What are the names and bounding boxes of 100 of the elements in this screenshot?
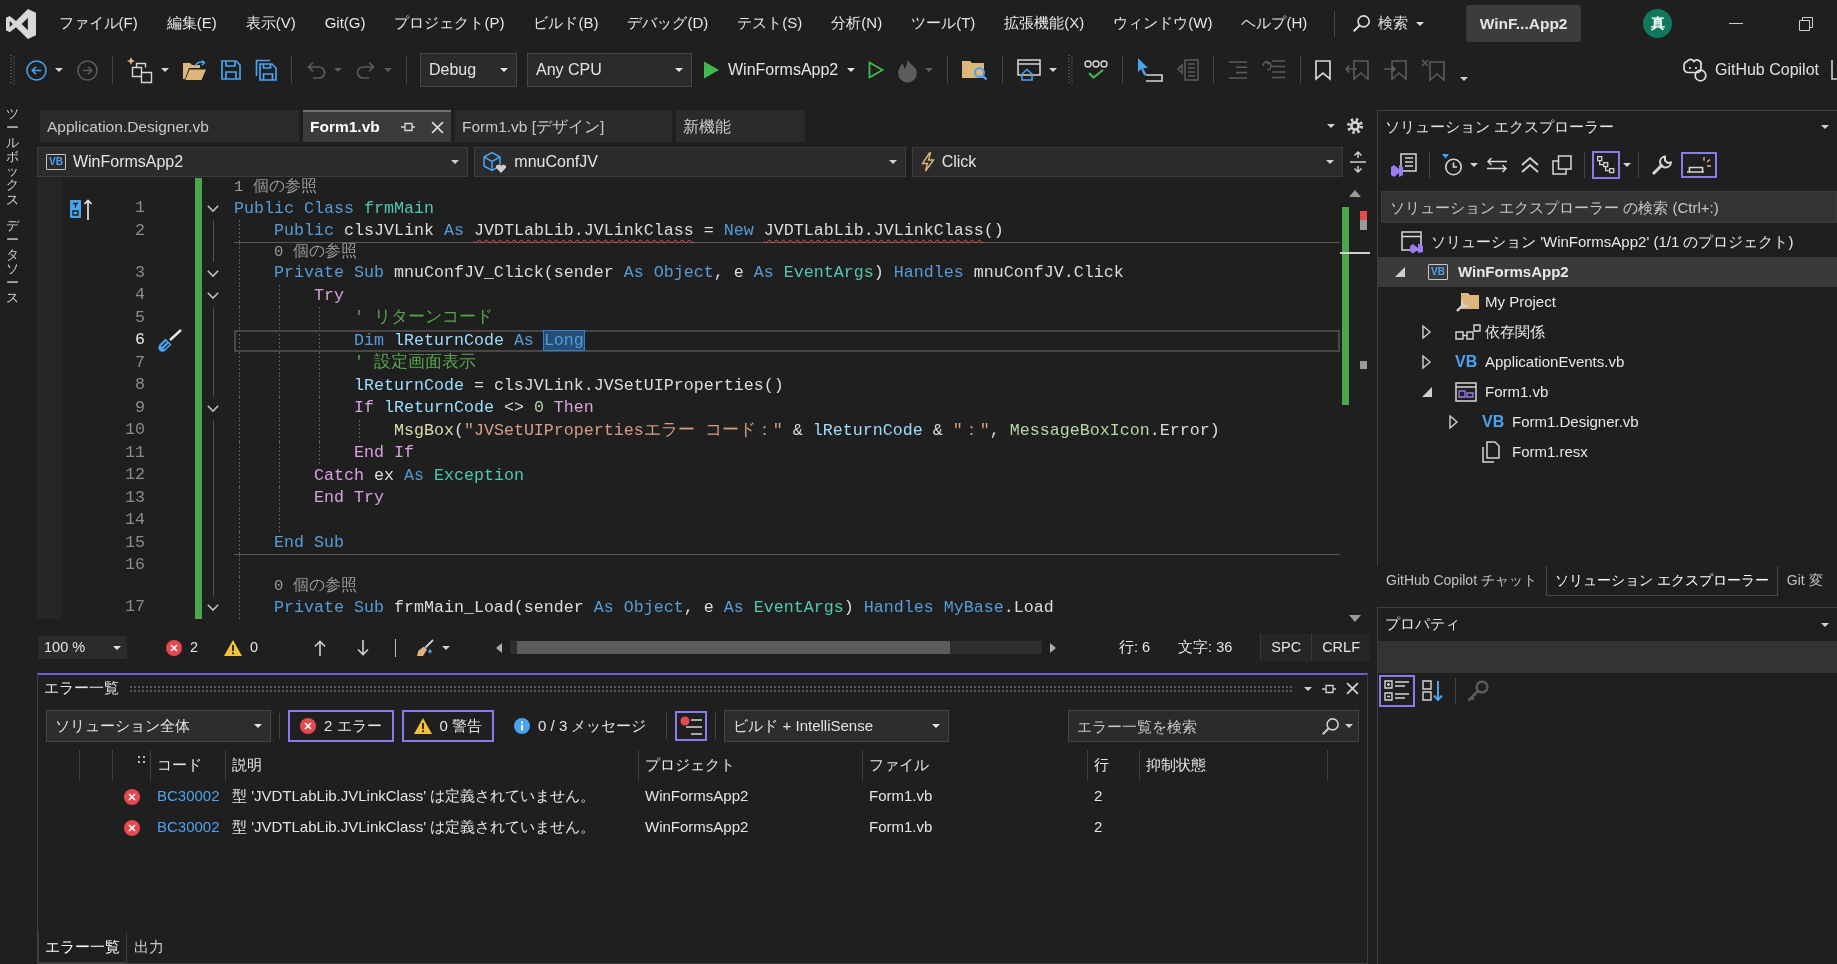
project-dropdown[interactable]: VB WinFormsApp2 — [37, 147, 469, 177]
messages-filter-toggle[interactable]: 0 / 3 メッセージ — [502, 710, 659, 742]
collapse-chevron-icon[interactable] — [207, 269, 219, 277]
outline-play-icon[interactable] — [868, 61, 885, 79]
categorized-icon[interactable] — [1379, 675, 1415, 707]
menu-item[interactable]: Git(G) — [310, 5, 380, 42]
split-icon[interactable] — [1350, 151, 1366, 173]
switch-views-icon[interactable] — [1391, 153, 1417, 177]
errors-filter-toggle[interactable]: 2 エラー — [288, 710, 394, 742]
scroll-down-icon[interactable] — [1349, 615, 1361, 622]
spell-check-icon[interactable] — [1084, 59, 1109, 81]
down-arrow-icon[interactable] — [357, 639, 370, 656]
expand-arrow-icon[interactable] — [1449, 415, 1458, 429]
tree-item[interactable]: VB WinFormsApp2 — [1378, 257, 1837, 287]
collapse-chevron-icon[interactable] — [207, 292, 219, 300]
scroll-up-icon[interactable] — [1349, 190, 1361, 197]
zoom-dropdown[interactable]: 100 % — [38, 636, 127, 659]
caret-icon[interactable] — [161, 68, 169, 72]
line-ending-button[interactable]: CRLF — [1311, 634, 1370, 661]
brush-icon[interactable] — [416, 638, 435, 657]
error-code-link[interactable]: BC30002 — [157, 818, 220, 837]
configuration-dropdown[interactable]: Debug — [420, 53, 517, 87]
menu-item[interactable]: 編集(E) — [152, 5, 232, 42]
menu-item[interactable]: ウィンドウ(W) — [1098, 5, 1227, 42]
tree-item[interactable]: Form1.resx — [1378, 437, 1837, 467]
browser-icon[interactable] — [1017, 59, 1042, 81]
column-filter-icon[interactable] — [138, 756, 145, 763]
search-icon[interactable] — [1322, 717, 1339, 735]
collapse-chevron-icon[interactable] — [207, 604, 219, 612]
up-arrow-icon[interactable] — [314, 639, 327, 656]
menu-item[interactable]: 分析(N) — [816, 5, 897, 42]
restore-icon[interactable] — [1799, 16, 1813, 31]
settings-icon[interactable] — [1347, 118, 1363, 134]
clock-filter-icon[interactable] — [1442, 154, 1462, 176]
column-header[interactable]: 説明 — [226, 750, 639, 781]
tree-item[interactable]: ソリューション 'WinFormsApp2' (1/1 のプロジェクト) — [1378, 227, 1837, 257]
menu-item[interactable]: 拡張機能(X) — [989, 5, 1099, 42]
caret-icon[interactable] — [1327, 124, 1335, 128]
save-icon[interactable] — [221, 60, 241, 80]
tree-item[interactable]: Form1.vb — [1378, 377, 1837, 407]
copilot-button[interactable]: GitHub Copilot — [1680, 58, 1819, 82]
document-tab[interactable]: Form1.vb [デザイン] — [455, 110, 672, 142]
column-header[interactable]: 行 — [1088, 750, 1140, 781]
pin-icon[interactable] — [1322, 682, 1336, 695]
tree-item[interactable]: My Project — [1378, 287, 1837, 317]
menu-item[interactable]: ヘルプ(H) — [1226, 5, 1322, 42]
expand-arrow-icon[interactable] — [1422, 355, 1431, 369]
overflow-caret-icon[interactable] — [1460, 77, 1469, 81]
account-avatar[interactable]: 真 — [1643, 9, 1672, 38]
panel-tab[interactable]: Git 変 — [1777, 566, 1832, 596]
reference-count[interactable]: 0 個の参照 — [273, 579, 357, 595]
close-icon[interactable] — [1346, 682, 1359, 695]
caret-icon[interactable] — [442, 645, 451, 650]
caret-icon[interactable] — [1049, 68, 1058, 72]
collapse-all-icon[interactable] — [1521, 157, 1539, 173]
wrench-icon[interactable] — [1651, 154, 1673, 176]
search-button[interactable]: 検索 — [1346, 14, 1430, 33]
reference-count[interactable]: 1 個の参照 — [234, 180, 317, 196]
pin-icon[interactable] — [401, 121, 415, 133]
menu-item[interactable]: テスト(S) — [722, 5, 817, 42]
column-header[interactable]: プロジェクト — [639, 750, 863, 781]
caret-icon[interactable] — [1470, 163, 1478, 167]
bracket-icon[interactable] — [1831, 60, 1837, 80]
collapse-arrow-icon[interactable] — [1422, 387, 1432, 397]
screwdriver-icon[interactable] — [157, 328, 183, 353]
menu-item[interactable]: ビルド(B) — [519, 5, 613, 42]
sync-arrows-icon[interactable] — [1486, 157, 1508, 173]
caret-icon[interactable] — [1821, 125, 1829, 129]
preview-icon[interactable] — [1681, 152, 1717, 178]
scope-dropdown[interactable]: ソリューション全体 — [46, 710, 271, 742]
panel-tab[interactable]: GitHub Copilot チャット — [1377, 566, 1546, 596]
platform-dropdown[interactable]: Any CPU — [527, 53, 692, 87]
scrollbar-track[interactable] — [510, 641, 1043, 654]
folder-search-icon[interactable] — [962, 59, 989, 81]
search-field[interactable]: ソリューション エクスプローラー の検索 (Ctrl+:) — [1381, 191, 1837, 223]
pointer-icon[interactable] — [1137, 58, 1164, 82]
save-all-icon[interactable] — [255, 59, 277, 81]
document-tab[interactable]: Application.Designer.vb — [40, 110, 299, 142]
collapse-chevron-icon[interactable] — [207, 205, 219, 213]
panel-tab[interactable]: エラー一覧 — [38, 932, 127, 963]
caret-icon[interactable] — [1345, 724, 1353, 728]
close-icon[interactable] — [431, 120, 444, 134]
error-code-link[interactable]: BC30002 — [157, 787, 220, 806]
tree-item[interactable]: VB Form1.Designer.vb — [1378, 407, 1837, 437]
collapse-arrow-icon[interactable] — [1395, 267, 1405, 277]
bookmark-icon[interactable] — [1315, 60, 1332, 80]
tile-arrow-icon[interactable] — [70, 197, 94, 220]
event-dropdown[interactable]: Click — [911, 147, 1343, 177]
reference-count[interactable]: 0 個の参照 — [273, 244, 357, 260]
caret-icon[interactable] — [55, 68, 63, 72]
caret-icon[interactable] — [1821, 622, 1829, 627]
menu-item[interactable]: デバッグ(D) — [613, 5, 723, 42]
open-folder-icon[interactable] — [183, 60, 207, 80]
error-count-button[interactable]: 2 — [166, 638, 199, 657]
caret-icon[interactable] — [1623, 163, 1631, 167]
column-header[interactable]: ファイル — [863, 750, 1088, 781]
menu-item[interactable]: プロジェクト(P) — [380, 5, 519, 42]
menu-item[interactable]: ファイル(F) — [44, 5, 153, 42]
caret-icon[interactable] — [1304, 686, 1312, 691]
side-tab[interactable]: データソース — [6, 219, 19, 305]
